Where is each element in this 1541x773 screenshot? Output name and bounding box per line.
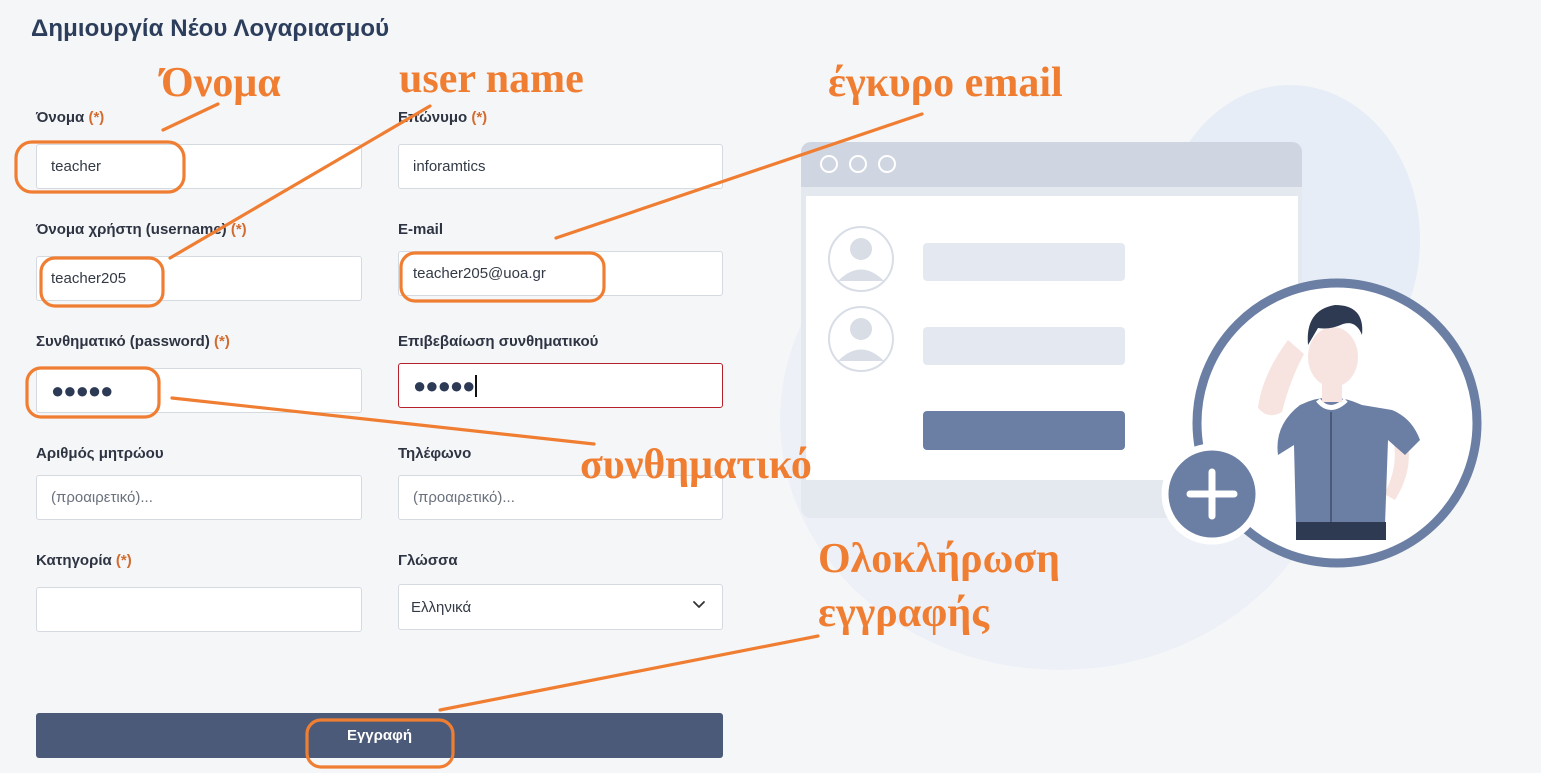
annotation-password: συνθηματικό [580,442,812,488]
annotation-email: έγκυρο email [828,60,1063,106]
pointer-register-button [438,634,820,712]
highlight-username [39,256,165,308]
annotation-name: Όνομα [161,60,281,106]
annotation-complete-line1: Ολοκλήρωση [818,536,1060,582]
annotation-complete-line2: εγγραφής [818,590,989,636]
highlight-email [399,251,606,303]
pointer-username [168,104,432,260]
pointer-password [170,396,596,446]
highlight-password [25,366,161,419]
pointer-first-name [161,102,220,132]
highlight-first-name [14,140,186,194]
annotation-username: user name [399,56,584,102]
annotation-overlay [14,102,924,769]
highlight-register-button [305,718,455,769]
pointer-email [554,112,924,240]
